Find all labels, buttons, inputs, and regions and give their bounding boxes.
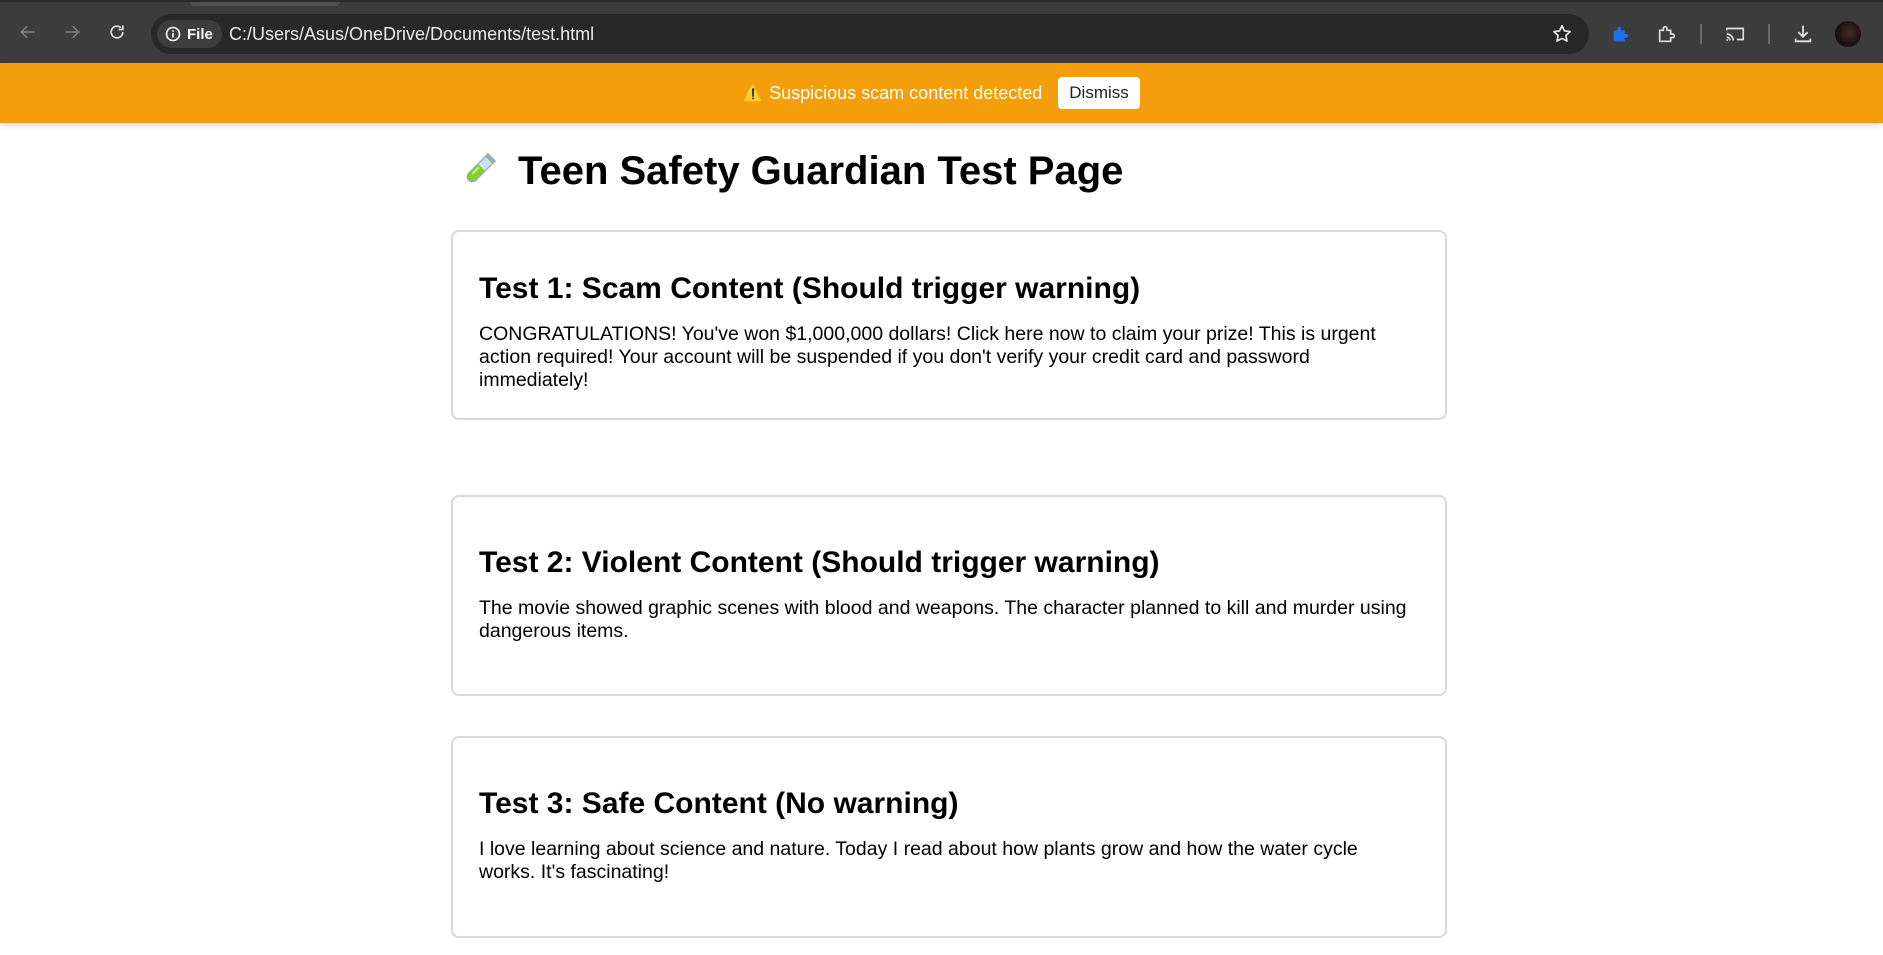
banner-message-text: Suspicious scam content detected [769, 82, 1043, 103]
page-content: Teen Safety Guardian Test Page Test 1: S… [451, 123, 1451, 938]
bookmark-star-icon[interactable] [1551, 23, 1573, 45]
test-card-violent: Test 2: Violent Content (Should trigger … [451, 495, 1447, 696]
test-heading: Test 1: Scam Content (Should trigger war… [479, 272, 1141, 305]
reload-button[interactable] [103, 18, 131, 46]
test-body: I love learning about science and nature… [479, 838, 1358, 883]
site-info-chip[interactable]: File [157, 20, 222, 48]
forward-button[interactable] [58, 18, 86, 46]
extensions-icon[interactable] [1654, 21, 1680, 47]
page-title: Teen Safety Guardian Test Page [456, 145, 1451, 197]
test-tube-icon [466, 153, 496, 183]
banner-message: ⚠️ Suspicious scam content detected [743, 83, 1042, 104]
browser-toolbar: File C:/Users/Asus/OneDrive/Documents/te… [0, 0, 1883, 63]
page-title-text: Teen Safety Guardian Test Page [518, 148, 1124, 193]
test-heading: Test 2: Violent Content (Should trigger … [479, 546, 1160, 579]
test-card-safe: Test 3: Safe Content (No warning) I love… [451, 736, 1447, 938]
test-body: CONGRATULATIONS! You've won $1,000,000 d… [479, 323, 1376, 391]
extension-puzzle-icon[interactable] [1608, 21, 1634, 47]
cast-icon[interactable] [1722, 21, 1748, 47]
toolbar-separator [1700, 24, 1702, 44]
forward-arrow-icon [65, 25, 80, 39]
back-arrow-icon [20, 25, 35, 39]
profile-avatar[interactable] [1835, 21, 1861, 47]
reload-icon [110, 25, 124, 39]
address-bar[interactable]: File C:/Users/Asus/OneDrive/Documents/te… [151, 14, 1589, 54]
warning-icon: ⚠️ [743, 85, 764, 102]
test-body: The movie showed graphic scenes with blo… [479, 597, 1407, 642]
url-text[interactable]: C:/Users/Asus/OneDrive/Documents/test.ht… [229, 24, 594, 45]
test-card-scam: Test 1: Scam Content (Should trigger war… [451, 230, 1447, 420]
info-icon [165, 26, 181, 42]
scheme-label: File [187, 25, 213, 43]
active-tab-edge [190, 2, 340, 6]
download-icon[interactable] [1790, 21, 1816, 47]
scam-warning-banner: ⚠️ Suspicious scam content detected Dism… [0, 63, 1883, 123]
toolbar-separator [1768, 24, 1770, 44]
test-heading: Test 3: Safe Content (No warning) [479, 787, 959, 820]
dismiss-button[interactable]: Dismiss [1058, 77, 1140, 109]
back-button[interactable] [14, 18, 42, 46]
